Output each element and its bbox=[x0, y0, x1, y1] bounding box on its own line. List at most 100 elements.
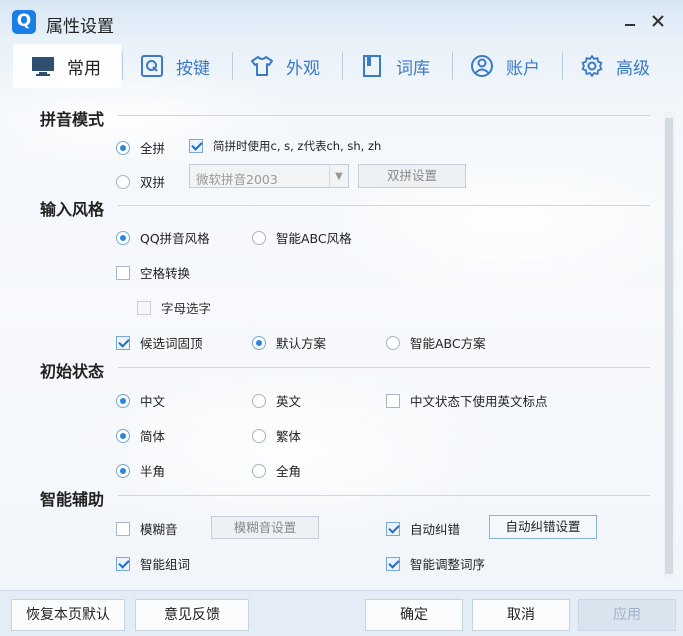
fuzzy-settings-button[interactable]: 模糊音设置 bbox=[211, 516, 319, 539]
tab-general[interactable]: 常用 bbox=[13, 44, 121, 88]
double-scheme-select[interactable]: 微软拼音2003 ▼ bbox=[189, 164, 349, 188]
tab-bar: 常用 按键 外观 词库 账户 高级 bbox=[0, 44, 683, 88]
checkbox-indicator bbox=[386, 393, 400, 408]
tab-divider bbox=[122, 52, 123, 80]
option-label: 简拼时使用c, s, z代表ch, sh, zh bbox=[213, 139, 382, 153]
option-label: 智能调整词序 bbox=[410, 557, 486, 572]
tab-label: 词库 bbox=[396, 58, 430, 79]
feedback-button[interactable]: 意见反馈 bbox=[135, 599, 249, 631]
tab-account[interactable]: 账户 bbox=[470, 44, 540, 88]
radio-chinese[interactable]: 中文 bbox=[116, 391, 165, 410]
radio-indicator bbox=[252, 393, 266, 408]
section-divider bbox=[118, 115, 650, 116]
window-title: 属性设置 bbox=[46, 17, 114, 37]
vertical-scrollbar[interactable] bbox=[664, 112, 675, 578]
checkbox-indicator bbox=[116, 521, 130, 536]
title-bar: Q 属性设置 bbox=[0, 0, 683, 44]
option-label: 候选词固顶 bbox=[140, 336, 203, 351]
radio-indicator bbox=[252, 428, 266, 443]
checkbox-jianpin[interactable]: 简拼时使用c, s, z代表ch, sh, zh bbox=[189, 138, 381, 154]
tshirt-icon bbox=[250, 54, 274, 78]
option-label: 空格转换 bbox=[140, 266, 191, 281]
close-button[interactable] bbox=[648, 12, 668, 32]
checkbox-indicator bbox=[116, 265, 130, 280]
minimize-button[interactable] bbox=[620, 12, 640, 32]
checkbox-indicator bbox=[386, 556, 400, 571]
option-label: 模糊音 bbox=[140, 522, 178, 537]
radio-full-pinyin[interactable]: 全拼 bbox=[116, 138, 165, 157]
radio-indicator bbox=[252, 463, 266, 478]
footer-bar: 恢复本页默认 意见反馈 确定 取消 应用 bbox=[0, 590, 683, 636]
checkbox-space-convert[interactable]: 空格转换 bbox=[116, 263, 190, 282]
radio-indicator bbox=[116, 463, 130, 478]
checkbox-smart-order[interactable]: 智能调整词序 bbox=[386, 554, 485, 573]
tab-dictionary[interactable]: 词库 bbox=[360, 44, 430, 88]
option-label: 双拼 bbox=[140, 175, 166, 190]
checkbox-indicator bbox=[137, 300, 151, 315]
minimize-icon bbox=[625, 24, 635, 26]
book-icon bbox=[360, 54, 384, 78]
radio-indicator bbox=[252, 335, 266, 350]
radio-indicator bbox=[116, 428, 130, 443]
radio-default-scheme[interactable]: 默认方案 bbox=[252, 333, 326, 352]
tab-label: 账户 bbox=[506, 58, 540, 79]
option-label: 智能ABC风格 bbox=[276, 231, 352, 246]
checkbox-fuzzy[interactable]: 模糊音 bbox=[116, 519, 178, 538]
radio-indicator bbox=[116, 230, 130, 245]
tab-appearance[interactable]: 外观 bbox=[250, 44, 320, 88]
checkbox-fixed-candidate[interactable]: 候选词固顶 bbox=[116, 333, 203, 352]
settings-window: Q 属性设置 常用 按键 外观 词库 账户 高级 拼音模式 全拼 简拼时使用c,… bbox=[0, 0, 683, 636]
radio-traditional[interactable]: 繁体 bbox=[252, 426, 301, 445]
monitor-icon bbox=[31, 54, 55, 78]
select-value: 微软拼音2003 bbox=[196, 172, 278, 187]
cancel-button[interactable]: 取消 bbox=[472, 599, 570, 631]
double-settings-button[interactable]: 双拼设置 bbox=[358, 164, 466, 188]
section-title-smart-assist: 智能辅助 bbox=[40, 490, 105, 509]
close-icon bbox=[652, 15, 664, 27]
tab-label: 按键 bbox=[176, 58, 210, 79]
option-label: 中文状态下使用英文标点 bbox=[410, 394, 548, 409]
ok-button[interactable]: 确定 bbox=[365, 599, 463, 631]
tab-advanced[interactable]: 高级 bbox=[580, 44, 650, 88]
tab-divider bbox=[562, 52, 563, 80]
autocorrect-settings-button[interactable]: 自动纠错设置 bbox=[489, 515, 597, 539]
option-label: 全角 bbox=[276, 464, 302, 479]
tab-label: 外观 bbox=[286, 58, 320, 79]
section-divider bbox=[118, 205, 650, 206]
section-title-initial-state: 初始状态 bbox=[40, 362, 105, 381]
option-label: 半角 bbox=[140, 464, 166, 479]
scrollbar-thumb[interactable] bbox=[665, 118, 673, 574]
tab-divider bbox=[452, 52, 453, 80]
radio-double-pinyin[interactable]: 双拼 bbox=[116, 172, 165, 191]
option-label: QQ拼音风格 bbox=[140, 231, 210, 246]
gear-icon bbox=[580, 54, 604, 78]
tab-label: 常用 bbox=[67, 58, 101, 79]
option-label: 智能组词 bbox=[140, 557, 191, 572]
option-label: 全拼 bbox=[140, 141, 166, 156]
radio-indicator bbox=[252, 230, 266, 245]
radio-simplified[interactable]: 简体 bbox=[116, 426, 165, 445]
tab-divider bbox=[342, 52, 343, 80]
radio-qq-style[interactable]: QQ拼音风格 bbox=[116, 228, 210, 247]
radio-abc-style[interactable]: 智能ABC风格 bbox=[252, 228, 352, 247]
option-label: 自动纠错 bbox=[410, 522, 461, 537]
option-label: 中文 bbox=[140, 394, 166, 409]
section-divider bbox=[118, 367, 650, 368]
checkbox-english-punct[interactable]: 中文状态下使用英文标点 bbox=[386, 391, 548, 410]
option-label: 简体 bbox=[140, 429, 166, 444]
radio-half-width[interactable]: 半角 bbox=[116, 461, 165, 480]
checkbox-indicator bbox=[386, 521, 400, 536]
checkbox-indicator bbox=[116, 335, 130, 350]
tab-keys[interactable]: 按键 bbox=[140, 44, 210, 88]
checkbox-smart-words[interactable]: 智能组词 bbox=[116, 554, 190, 573]
checkbox-letter-select[interactable]: 字母选字 bbox=[137, 298, 211, 317]
apply-button[interactable]: 应用 bbox=[578, 599, 676, 631]
section-title-input-style: 输入风格 bbox=[40, 200, 105, 219]
radio-full-width[interactable]: 全角 bbox=[252, 461, 301, 480]
tab-divider bbox=[232, 52, 233, 80]
radio-english[interactable]: 英文 bbox=[252, 391, 301, 410]
checkbox-autocorrect[interactable]: 自动纠错 bbox=[386, 519, 460, 538]
radio-abc-scheme[interactable]: 智能ABC方案 bbox=[386, 333, 486, 352]
restore-defaults-button[interactable]: 恢复本页默认 bbox=[11, 599, 125, 631]
chevron-down-icon: ▼ bbox=[329, 165, 348, 187]
